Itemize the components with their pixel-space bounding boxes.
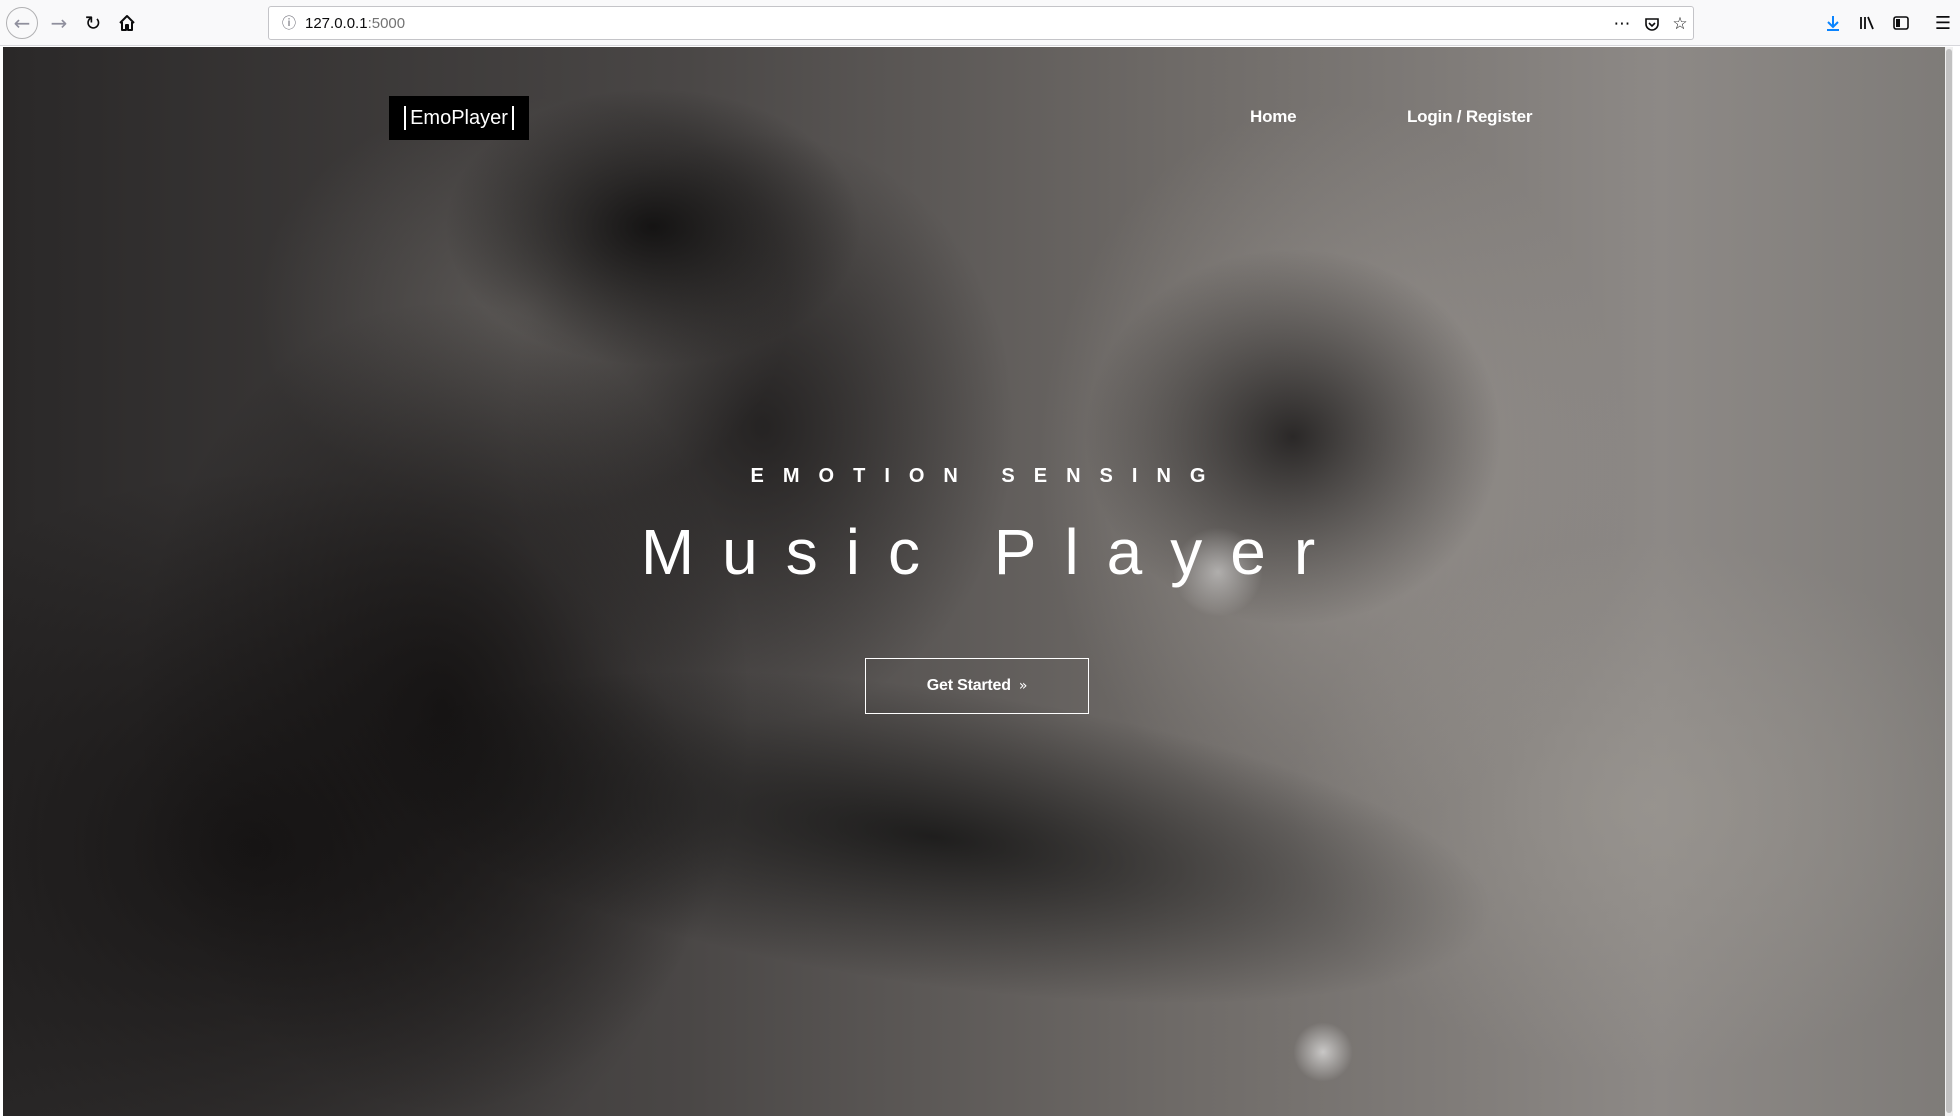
forward-arrow-icon: → — [50, 11, 68, 35]
pocket-icon — [1645, 18, 1659, 31]
hero-title: Music Player — [640, 516, 1344, 588]
library-button[interactable] — [1850, 6, 1884, 40]
url-port: :5000 — [367, 15, 406, 32]
info-icon[interactable]: ⓘ — [279, 13, 299, 33]
pocket-button[interactable] — [1639, 11, 1665, 37]
home-icon — [119, 15, 135, 31]
bookmark-button[interactable]: ☆ — [1667, 11, 1693, 37]
brand-logo-text: EmoPlayer — [404, 106, 514, 130]
nav-login-register-link[interactable]: Login / Register — [1407, 107, 1532, 127]
page-actions-button[interactable]: ⋯ — [1609, 11, 1635, 37]
get-started-label: Get Started — [926, 677, 1011, 694]
home-button[interactable] — [110, 6, 144, 40]
star-icon: ☆ — [1672, 14, 1688, 34]
get-started-button[interactable]: Get Started » — [865, 658, 1089, 714]
page-viewport: EmoPlayer Home Login / Register EMOTION … — [3, 47, 1953, 1116]
downloads-button[interactable] — [1816, 6, 1850, 40]
library-icon — [1860, 16, 1874, 30]
vertical-scrollbar[interactable] — [1945, 47, 1953, 1116]
back-arrow-icon: ← — [13, 11, 31, 35]
scrollbar-thumb[interactable] — [1946, 49, 1952, 1113]
double-chevron-right-icon: » — [1018, 678, 1028, 694]
menu-button[interactable]: ☰ — [1926, 6, 1960, 40]
brand-logo[interactable]: EmoPlayer — [389, 96, 529, 140]
reload-button[interactable]: ↻ — [76, 6, 110, 40]
hamburger-menu-icon: ☰ — [1934, 12, 1952, 34]
background-light — [1293, 1022, 1353, 1082]
url-text[interactable]: 127.0.0.1:5000 — [305, 15, 405, 32]
url-host: 127.0.0.1 — [305, 15, 368, 32]
nav-home-link[interactable]: Home — [1250, 107, 1297, 127]
back-button[interactable]: ← — [6, 7, 38, 39]
url-bar[interactable]: ⓘ 127.0.0.1:5000 ⋯ ☆ — [268, 6, 1694, 40]
sidebar-button[interactable] — [1884, 6, 1918, 40]
sidebar-icon — [1893, 16, 1909, 30]
reload-icon: ↻ — [84, 11, 102, 35]
forward-button[interactable]: → — [42, 6, 76, 40]
download-icon — [1827, 16, 1839, 31]
browser-toolbar: ← → ↻ ⓘ 127.0.0.1:5000 ⋯ ☆ ☰ — [0, 0, 1960, 46]
hero-eyebrow: EMOTION SENSING — [750, 465, 1225, 487]
more-icon: ⋯ — [1613, 14, 1631, 34]
